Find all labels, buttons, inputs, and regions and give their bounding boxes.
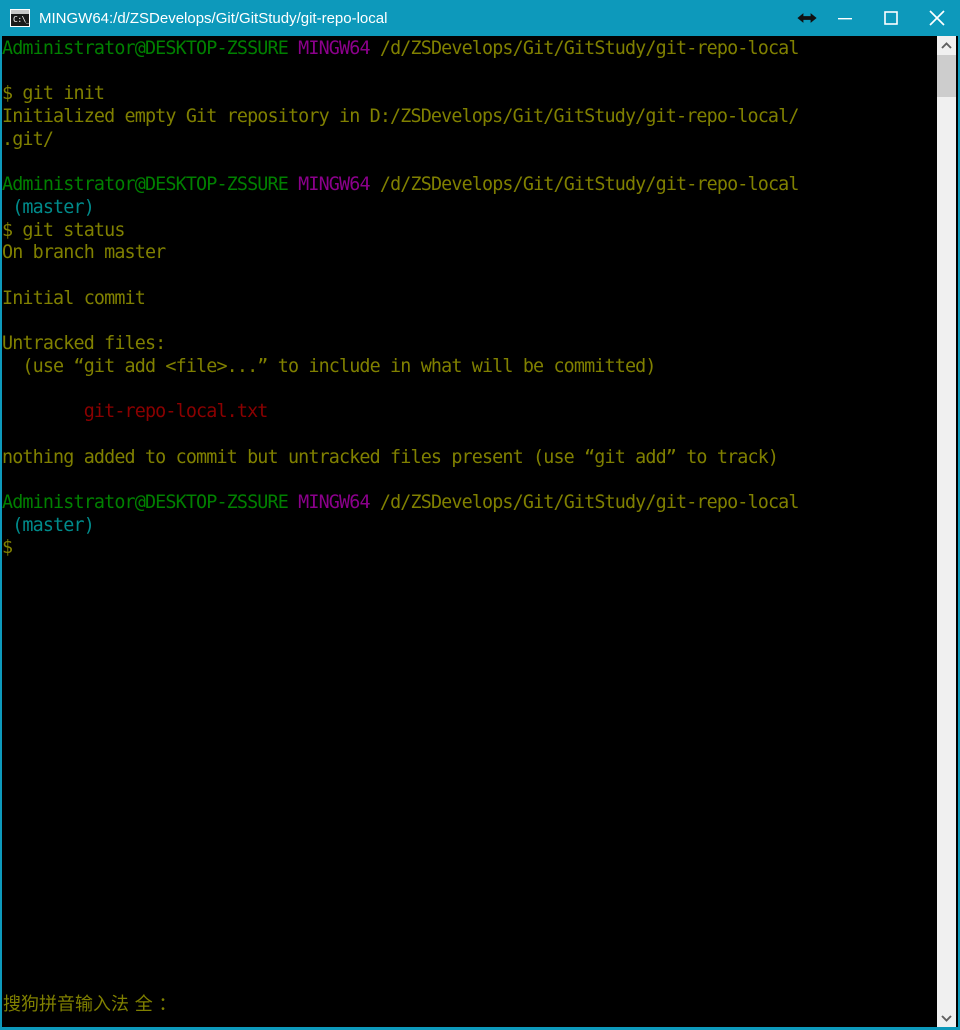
window-titlebar[interactable]: C:\_ MINGW64:/d/ZSDevelops/Git/GitStudy/… (0, 0, 960, 36)
scroll-down-arrow-icon[interactable] (937, 1008, 956, 1027)
terminal-span-olive: nothing added to commit but untracked fi… (2, 446, 779, 468)
terminal-span-olive (288, 492, 298, 513)
terminal-line: (master) (2, 197, 936, 220)
terminal-line: Administrator@DESKTOP-ZSSURE MINGW64 /d/… (2, 174, 936, 197)
terminal-span-olive: .git/ (2, 128, 54, 150)
terminal-span-red: git-repo-local.txt (2, 401, 269, 423)
vertical-scrollbar[interactable] (937, 36, 956, 1027)
terminal-span-olive: Untracked files: (2, 333, 166, 355)
terminal-span-green: Administrator@DESKTOP-ZSSURE (2, 492, 289, 514)
console-icon: C:\_ (10, 9, 30, 27)
terminal-window: C:\_ MINGW64:/d/ZSDevelops/Git/GitStudy/… (0, 0, 960, 1030)
terminal-span-olive: $ git init (2, 83, 105, 105)
terminal-span-olive: /d/ZSDevelops/Git/GitStudy/git-repo-loca… (369, 38, 800, 59)
terminal-span-olive: $ git status (2, 219, 125, 241)
scrollbar-thumb[interactable] (937, 55, 956, 97)
ime-status-text: 搜狗拼音输入法 全 ： (3, 994, 177, 1015)
terminal-span-olive: /d/ZSDevelops/Git/GitStudy/git-repo-loca… (369, 492, 800, 514)
terminal-span-olive: /d/ZSDevelops/Git/GitStudy/git-repo-loca… (369, 174, 800, 196)
terminal-span-purple: MINGW64 (298, 174, 370, 196)
console-icon-glyph: C:\_ (13, 15, 30, 24)
terminal-span-olive (288, 174, 298, 195)
terminal-span-green: Administrator@DESKTOP-ZSSURE (2, 174, 289, 196)
terminal-span-cyan: (master) (2, 196, 95, 218)
maximize-button[interactable] (868, 0, 914, 36)
terminal-line: Administrator@DESKTOP-ZSSURE MINGW64 /d/… (2, 492, 936, 515)
terminal-span-olive: $ (2, 537, 13, 559)
terminal-output-area[interactable]: Administrator@DESKTOP-ZSSURE MINGW64 /d/… (2, 36, 936, 991)
terminal-span-olive: Initialized empty Git repository in D:/Z… (2, 106, 799, 128)
horizontal-resize-cursor[interactable] (792, 0, 822, 36)
terminal-line: $ (2, 537, 936, 560)
terminal-line: Initialized empty Git repository in D:/Z… (2, 106, 936, 129)
terminal-line: $ git init (2, 83, 936, 106)
terminal-line: $ git status (2, 220, 936, 243)
terminal-span-purple: MINGW64 (298, 492, 370, 514)
terminal-line: Initial commit (2, 288, 936, 311)
terminal-text: Administrator@DESKTOP-ZSSURE MINGW64 /d/… (2, 38, 936, 560)
terminal-line: Untracked files: (2, 333, 936, 356)
terminal-span-olive: On branch master (2, 242, 166, 264)
close-button[interactable] (914, 0, 960, 36)
terminal-line: Administrator@DESKTOP-ZSSURE MINGW64 /d/… (2, 38, 936, 61)
terminal-span-purple: MINGW64 (298, 38, 370, 59)
terminal-line: On branch master (2, 242, 936, 265)
window-title: MINGW64:/d/ZSDevelops/Git/GitStudy/git-r… (39, 9, 388, 27)
terminal-span-olive (288, 38, 298, 59)
minimize-button[interactable] (822, 0, 868, 36)
terminal-span-cyan: (master) (2, 514, 95, 536)
terminal-line: nothing added to commit but untracked fi… (2, 447, 936, 470)
terminal-line: .git/ (2, 129, 936, 152)
terminal-span-olive: (use “git add <file>...” to include in w… (2, 355, 656, 377)
terminal-line: (master) (2, 515, 936, 538)
terminal-line: (use “git add <file>...” to include in w… (2, 356, 936, 379)
scrollbar-track[interactable] (937, 97, 956, 1008)
scroll-up-arrow-icon[interactable] (937, 36, 956, 55)
terminal-line: git-repo-local.txt (2, 401, 936, 424)
terminal-span-green: Administrator@DESKTOP-ZSSURE (2, 38, 289, 59)
console-icon-titlebar-strip (11, 10, 29, 14)
terminal-span-olive: Initial commit (2, 287, 146, 309)
